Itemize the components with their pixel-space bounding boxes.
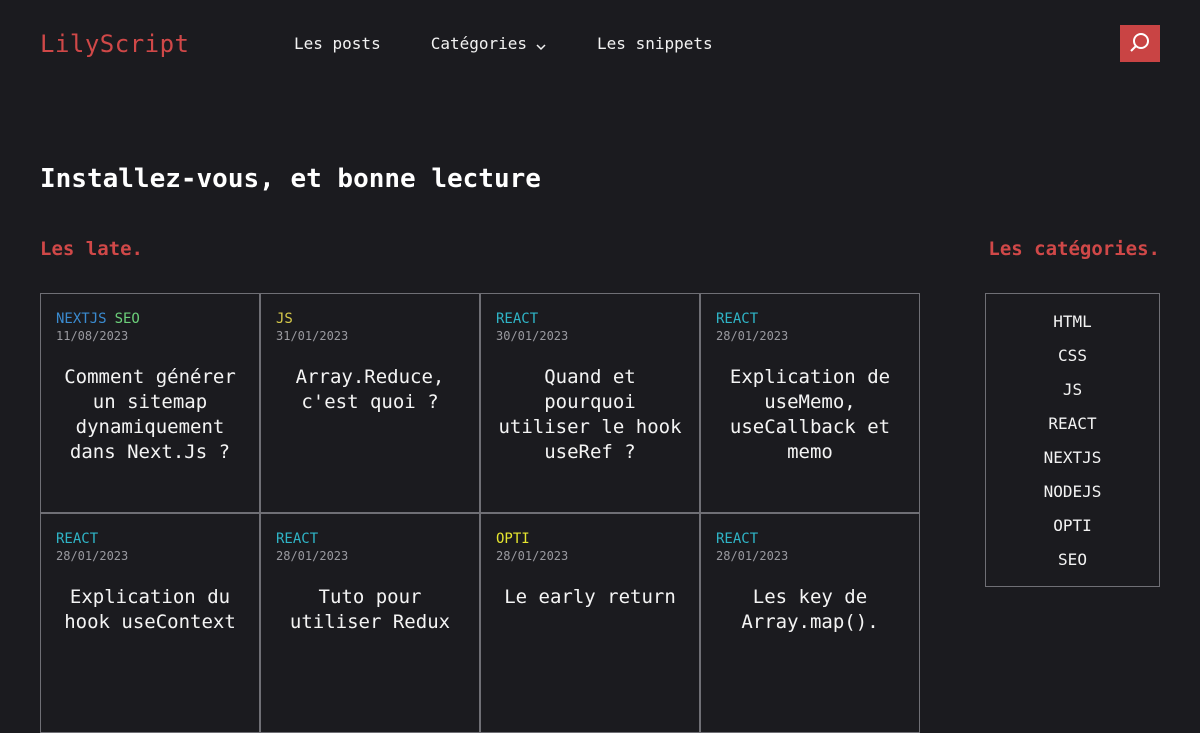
post-tag[interactable]: REACT [716, 531, 758, 547]
post-title[interactable]: Le early return [496, 585, 684, 610]
post-tags: JS [276, 310, 464, 328]
site-header: LilyScript Les posts Catégories Les snip… [0, 0, 1200, 88]
post-title[interactable]: Comment générer un sitemap dynamiquement… [56, 365, 244, 465]
post-card[interactable]: REACT 28/01/2023 Explication du hook useCo… [40, 513, 260, 733]
latest-posts-title: Les late. [40, 238, 143, 260]
post-tags: REACT [716, 310, 904, 328]
post-title[interactable]: Les key de Array.map(). [716, 585, 904, 635]
post-tag[interactable]: REACT [496, 311, 538, 327]
post-card[interactable]: REACT 28/01/2023 Explication de useMemo, u… [700, 293, 920, 513]
post-tags: REACT [496, 310, 684, 328]
post-tags: REACT [276, 530, 464, 548]
categories-title: Les catégories. [988, 238, 1160, 260]
post-title[interactable]: Explication du hook useContext [56, 585, 244, 635]
post-date: 28/01/2023 [56, 549, 129, 563]
post-title[interactable]: Quand et pourquoi utiliser le hook useRe… [496, 365, 684, 465]
post-tag[interactable]: REACT [56, 531, 98, 547]
post-card[interactable]: OPTI 28/01/2023 Le early return [480, 513, 700, 733]
post-date: 28/01/2023 [496, 549, 569, 563]
post-tag[interactable]: NEXTJS [56, 311, 107, 327]
post-title[interactable]: Tuto pour utiliser Redux [276, 585, 464, 635]
nav-item-posts[interactable]: Les posts [294, 34, 381, 53]
search-button[interactable] [1120, 25, 1160, 62]
post-card[interactable]: REACT 28/01/2023 Tuto pour utiliser Redux [260, 513, 480, 733]
post-date: 28/01/2023 [276, 549, 349, 563]
post-date: 11/08/2023 [56, 329, 129, 343]
category-item-css[interactable]: CSS [986, 346, 1159, 380]
post-tag[interactable]: SEO [115, 311, 140, 327]
post-tag[interactable]: OPTI [496, 531, 530, 547]
nav-item-label: Les snippets [597, 34, 713, 53]
post-title[interactable]: Array.Reduce, c'est quoi ? [276, 365, 464, 415]
post-tags: NEXTJS SEO [56, 310, 244, 328]
posts-grid: NEXTJS SEO 11/08/2023 Comment générer un si… [40, 293, 920, 733]
category-item-opti[interactable]: OPTI [986, 516, 1159, 550]
search-icon [1129, 31, 1151, 57]
nav-item-label: Catégories [430, 34, 528, 53]
post-card[interactable]: JS 31/01/2023 Array.Reduce, c'est quoi ? [260, 293, 480, 513]
page-title: Installez-vous, et bonne lecture [40, 164, 541, 194]
post-card[interactable]: REACT 30/01/2023 Quand et pourquoi utilise… [480, 293, 700, 513]
category-item-nodejs[interactable]: NODEJS [986, 482, 1159, 516]
post-tag[interactable]: REACT [716, 311, 758, 327]
chevron-down-icon [535, 38, 547, 50]
post-tags: OPTI [496, 530, 684, 548]
post-tag[interactable]: REACT [276, 531, 318, 547]
nav-item-snippets[interactable]: Les snippets [597, 34, 713, 53]
nav-item-categories[interactable]: Catégories [431, 34, 547, 53]
category-item-nextjs[interactable]: NEXTJS [986, 448, 1159, 482]
post-date: 28/01/2023 [716, 549, 789, 563]
category-item-html[interactable]: HTML [986, 312, 1159, 346]
nav-item-label: Les posts [294, 34, 381, 53]
post-date: 31/01/2023 [276, 329, 349, 343]
category-item-seo[interactable]: SEO [986, 550, 1159, 584]
post-date: 30/01/2023 [496, 329, 569, 343]
post-tags: REACT [716, 530, 904, 548]
post-card[interactable]: NEXTJS SEO 11/08/2023 Comment générer un si… [40, 293, 260, 513]
post-tags: REACT [56, 530, 244, 548]
site-logo[interactable]: LilyScript [40, 30, 190, 58]
categories-list: HTML CSS JS REACT NEXTJS NODEJS OPTI SEO [985, 293, 1160, 587]
category-item-react[interactable]: REACT [986, 414, 1159, 448]
post-date: 28/01/2023 [716, 329, 789, 343]
post-tag[interactable]: JS [276, 311, 293, 327]
category-item-js[interactable]: JS [986, 380, 1159, 414]
main-nav: Les posts Catégories Les snippets [294, 34, 763, 53]
post-card[interactable]: REACT 28/01/2023 Les key de Array.map(). [700, 513, 920, 733]
post-title[interactable]: Explication de useMemo, useCallback et m… [716, 365, 904, 465]
